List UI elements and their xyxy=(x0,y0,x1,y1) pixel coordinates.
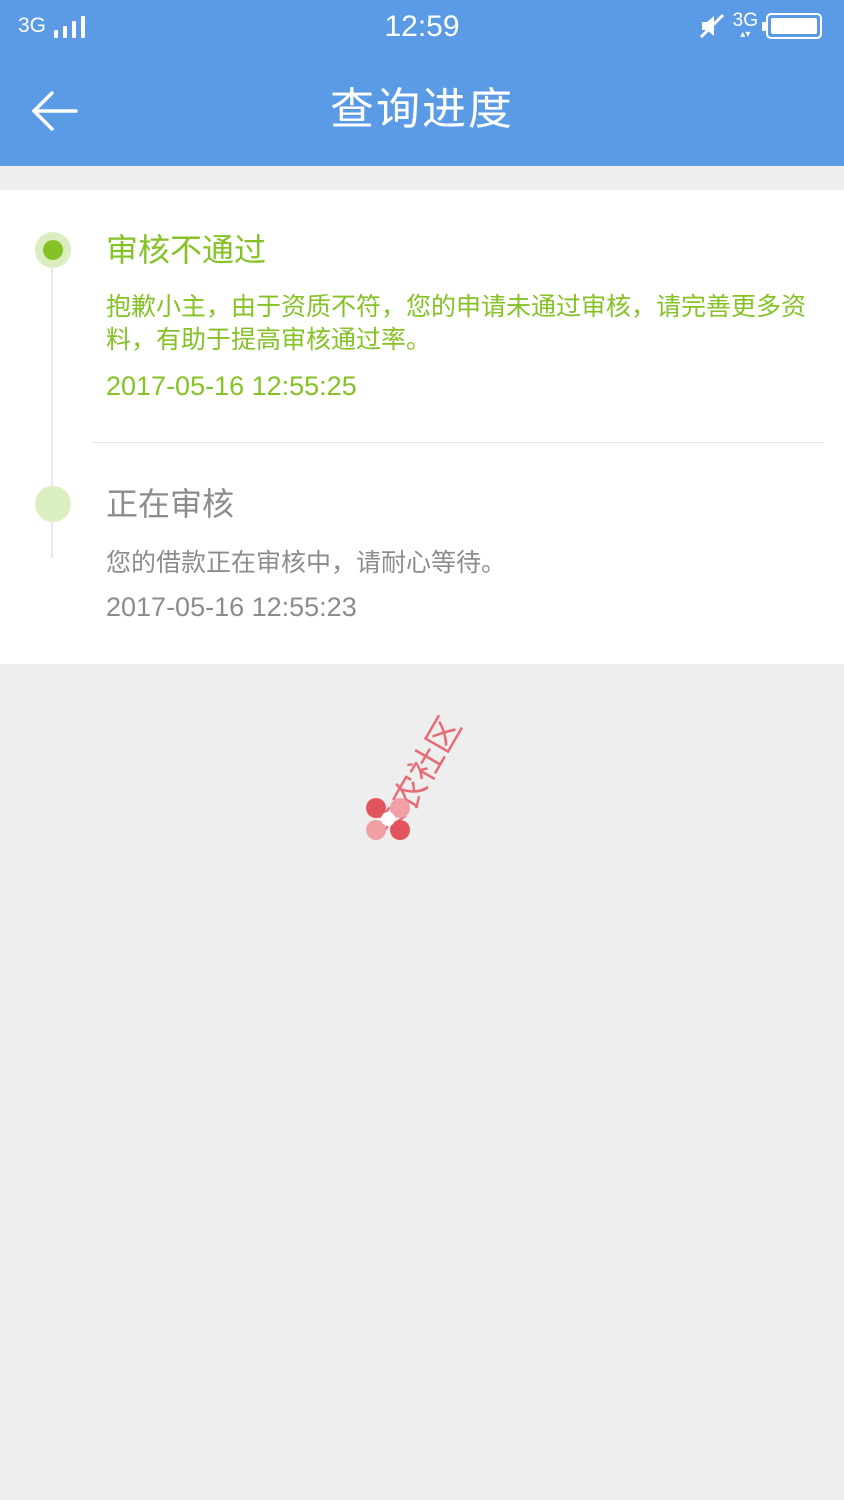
status-timestamp: 2017-05-16 12:55:23 xyxy=(106,592,357,622)
divider xyxy=(93,442,824,443)
status-description: 抱歉小主，由于资质不符，您的申请未通过审核，请完善更多资料，有助于提高审核通过率… xyxy=(106,292,807,354)
status-title: 正在审核 xyxy=(106,485,235,523)
timeline-dot xyxy=(35,486,71,522)
watermark-logo: 卡农社区 xyxy=(366,710,470,848)
status-bar: 3G 12:59 3G ▴▾ xyxy=(0,0,844,56)
timeline-dot-active xyxy=(35,232,71,268)
status-timestamp: 2017-05-16 12:55:25 xyxy=(106,371,357,401)
data-arrows-icon: 3G ▴▾ xyxy=(732,10,758,40)
battery-icon xyxy=(762,13,822,39)
status-title: 审核不通过 xyxy=(106,231,267,269)
page-title: 查询进度 xyxy=(330,84,514,135)
progress-item: 正在审核 您的借款正在审核中，请耐心等待。 2017-05-16 12:55:2… xyxy=(106,482,821,627)
progress-item: 审核不通过 抱歉小主，由于资质不符，您的申请未通过审核，请完善更多资料，有助于提… xyxy=(106,228,821,406)
status-description: 您的借款正在审核中，请耐心等待。 xyxy=(106,548,507,577)
mute-icon xyxy=(699,13,724,39)
status-icons: 3G ▴▾ xyxy=(699,10,822,40)
network-type-label-right: 3G xyxy=(732,10,758,31)
progress-card: 审核不通过 抱歉小主，由于资质不符，您的申请未通过审核，请完善更多资料，有助于提… xyxy=(0,190,844,664)
header-bar: 查询进度 xyxy=(0,56,844,166)
